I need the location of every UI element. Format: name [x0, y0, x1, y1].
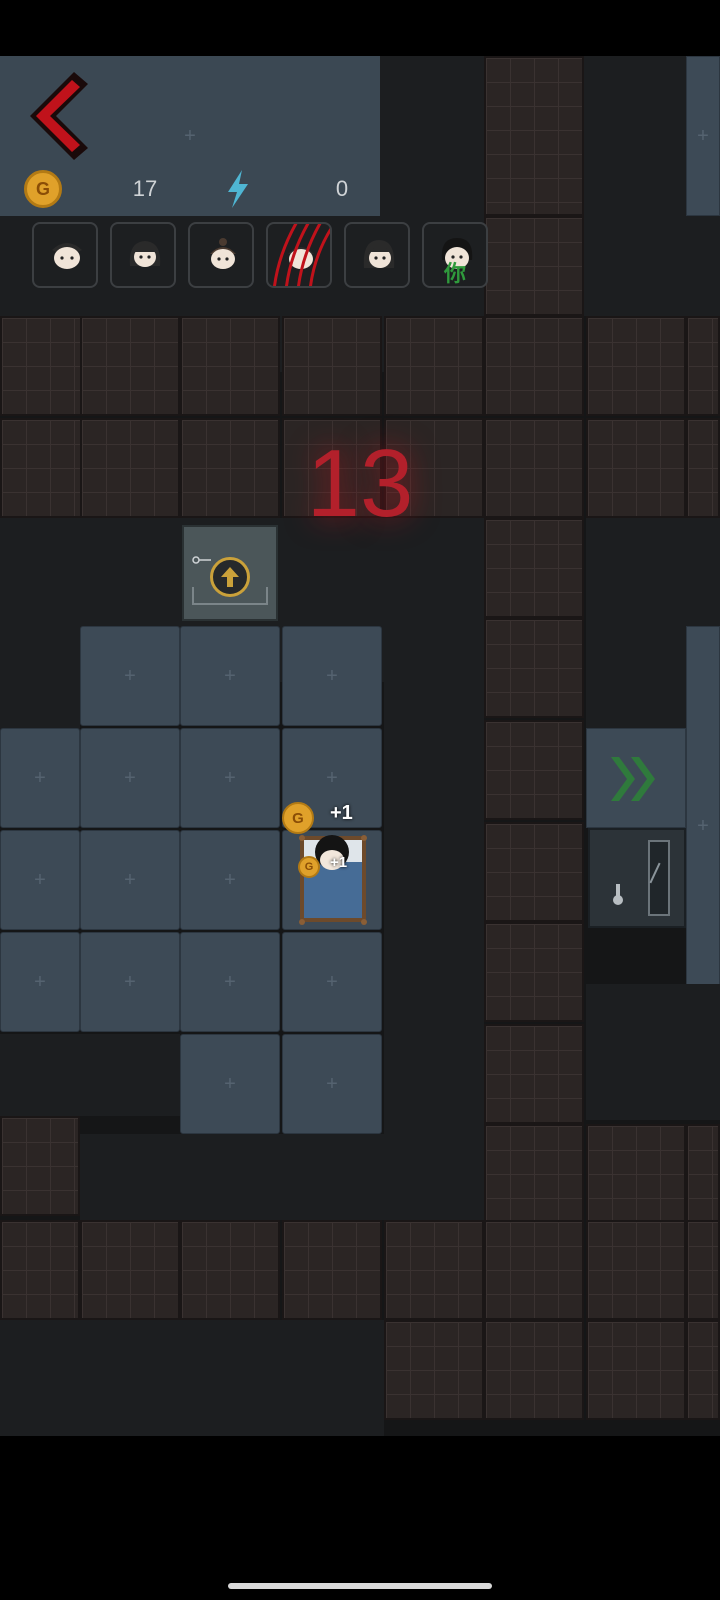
- brick-tile: [384, 1220, 484, 1320]
- character-slot-1[interactable]: [32, 222, 98, 288]
- brick-tile: [586, 1124, 686, 1224]
- brick-tile: [80, 418, 180, 518]
- brick-tile: [384, 1320, 484, 1420]
- back-button[interactable]: [22, 68, 98, 164]
- door-window: [648, 840, 670, 916]
- player-label: 你: [444, 262, 467, 287]
- brick-tile: [282, 1220, 382, 1320]
- brick-tile: [484, 618, 584, 718]
- brick-tile: [80, 1220, 180, 1320]
- brick-tile: [484, 56, 584, 216]
- double-chevron-right-icon: [611, 757, 655, 801]
- brick-tile: [180, 1220, 280, 1320]
- navigation-bar: [0, 1436, 720, 1600]
- floor-tile[interactable]: [180, 830, 280, 930]
- wall: [80, 1134, 484, 1220]
- door[interactable]: [588, 828, 686, 928]
- brick-tile: [586, 1220, 686, 1320]
- floor-tile[interactable]: [80, 626, 180, 726]
- claw-marks-icon: [273, 224, 330, 286]
- floor-tile[interactable]: [80, 728, 180, 828]
- status-bar: [0, 0, 720, 56]
- wall: [384, 618, 484, 1218]
- brick-tile: [686, 316, 720, 416]
- brick-tile: [484, 922, 584, 1022]
- brick-tile: [0, 1220, 80, 1320]
- brick-tile: [484, 1320, 584, 1420]
- wall: [0, 1034, 180, 1116]
- energy-count: 0: [335, 176, 349, 201]
- floor-tile[interactable]: [80, 830, 180, 930]
- brick-tile: [686, 1320, 720, 1420]
- floor-tile[interactable]: [0, 830, 80, 930]
- gold-coin-icon: G: [24, 170, 62, 208]
- wall: [380, 56, 484, 216]
- bun-hair-face-icon: [210, 238, 236, 269]
- character-slot-5[interactable]: [344, 222, 410, 288]
- brick-tile: [180, 316, 280, 416]
- bed[interactable]: [298, 834, 368, 926]
- floor-tile: [686, 626, 720, 1026]
- floor-tile[interactable]: [180, 728, 280, 828]
- brick-tile: [586, 316, 686, 416]
- brick-tile: [586, 1320, 686, 1420]
- character-slot-player[interactable]: 你: [422, 222, 488, 288]
- brick-tile: [484, 316, 584, 416]
- gold-count: 17: [132, 176, 158, 201]
- chevron-left-icon: [30, 72, 88, 160]
- brick-tile: [484, 1024, 584, 1124]
- floor-tile[interactable]: [282, 932, 382, 1032]
- floor-tile[interactable]: [0, 932, 80, 1032]
- character-slot-3[interactable]: [188, 222, 254, 288]
- floor-tile[interactable]: [282, 626, 382, 726]
- gold-gain-text-small: +1: [330, 854, 348, 871]
- wall: [586, 984, 720, 1120]
- floor-tile[interactable]: [282, 1034, 382, 1134]
- brick-tile: [384, 316, 484, 416]
- elevator[interactable]: [182, 525, 278, 621]
- brick-tile: [282, 316, 382, 416]
- home-indicator[interactable]: [228, 1583, 492, 1589]
- brick-tile: [484, 518, 584, 618]
- gold-coin-icon: G: [298, 856, 320, 878]
- character-slot-4[interactable]: [266, 222, 332, 288]
- long-hair-face-icon: [363, 240, 395, 268]
- floor-tile[interactable]: [180, 932, 280, 1032]
- character-slot-2[interactable]: [110, 222, 176, 288]
- floor-tile[interactable]: [180, 626, 280, 726]
- brick-tile: [484, 1220, 584, 1320]
- lightning-bolt-icon: [222, 168, 252, 210]
- brick-tile: [484, 720, 584, 820]
- floor-tile[interactable]: [180, 1034, 280, 1134]
- bob-hair-face-icon: [129, 241, 161, 267]
- brick-tile: [180, 418, 280, 518]
- wall: [0, 1320, 384, 1436]
- countdown-timer: 13: [306, 430, 414, 537]
- brick-tile: [0, 1116, 80, 1216]
- brick-tile: [484, 1124, 584, 1224]
- brick-tile: [484, 216, 584, 316]
- brick-tile: [686, 1220, 720, 1320]
- brick-tile: [80, 316, 180, 416]
- floor-tile: [686, 56, 720, 216]
- floor-tile[interactable]: [0, 728, 80, 828]
- floor-tile[interactable]: [80, 932, 180, 1032]
- brick-tile: [586, 418, 686, 518]
- gold-coin-icon: G: [282, 802, 314, 834]
- brick-tile: [484, 822, 584, 922]
- door-handle-icon: [612, 884, 624, 906]
- gold-gain-text: +1: [330, 802, 353, 824]
- brick-tile: [484, 418, 584, 518]
- boy-face-icon: [52, 243, 82, 269]
- key-icon: [192, 551, 212, 564]
- brick-tile: [686, 418, 720, 518]
- brick-tile: [686, 1124, 720, 1224]
- exit-tile[interactable]: [586, 728, 686, 828]
